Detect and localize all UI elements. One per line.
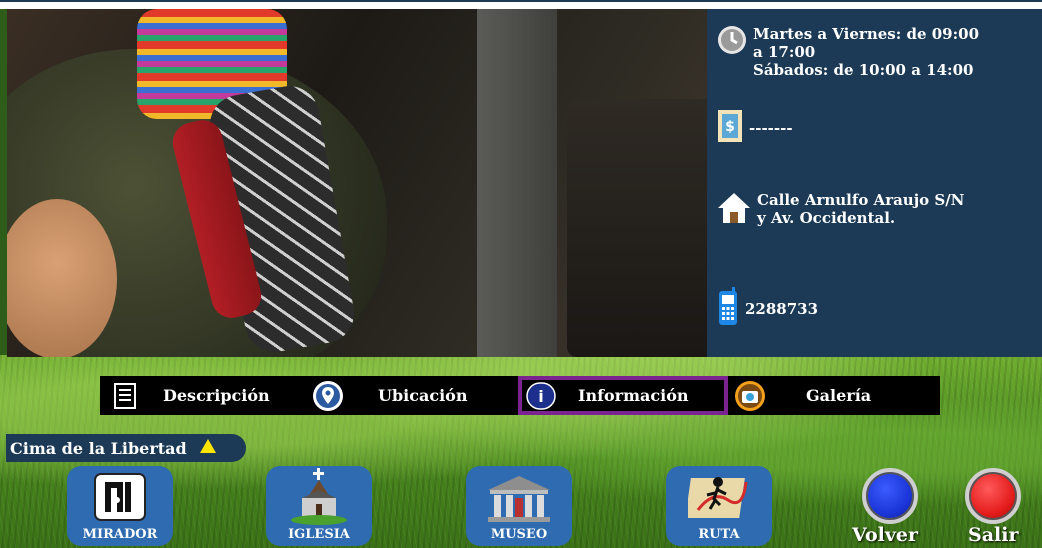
- info-icon: i: [526, 382, 556, 414]
- money-icon: $: [717, 109, 743, 147]
- mirador-button[interactable]: MIRADOR: [67, 466, 173, 546]
- ruta-button[interactable]: RUTA: [666, 466, 772, 546]
- back-label: Volver: [852, 524, 919, 546]
- tab-descripcion[interactable]: Descripción: [106, 376, 296, 415]
- tab-informacion[interactable]: i Información: [518, 376, 728, 415]
- tab-informacion-label: Información: [578, 386, 689, 405]
- phone-row: 2288733: [717, 287, 818, 331]
- tab-galeria[interactable]: Galería: [730, 376, 940, 415]
- hours-line-1: Martes a Viernes: de 09:00: [753, 25, 980, 43]
- exit-label: Salir: [968, 524, 1019, 546]
- tab-descripcion-label: Descripción: [163, 386, 270, 405]
- tab-ubicacion-label: Ubicación: [378, 386, 468, 405]
- hours-line-2: a 17:00: [753, 43, 816, 61]
- phone-icon: [717, 287, 739, 331]
- route-icon: [685, 470, 750, 526]
- ruta-label: RUTA: [698, 527, 740, 542]
- phone-value: 2288733: [745, 300, 819, 318]
- iglesia-button[interactable]: IGLESIA: [266, 466, 372, 546]
- price-row: $ -------: [717, 109, 793, 147]
- tab-bar: Descripción Ubicación i Información Gale…: [100, 376, 940, 415]
- svg-text:$: $: [725, 119, 735, 135]
- place-title-label: Cima de la Libertad: [10, 438, 187, 458]
- tab-galeria-label: Galería: [806, 386, 872, 405]
- exit-button[interactable]: [965, 468, 1021, 524]
- app-window: Martes a Viernes: de 09:00 a 17:00 Sábad…: [0, 0, 1042, 548]
- address-row: Calle Arnulfo Araujo S/N y Av. Occidenta…: [717, 191, 964, 229]
- church-icon: [288, 468, 350, 530]
- camera-icon: [734, 380, 766, 416]
- map-pin-icon: [312, 380, 344, 416]
- triangle-up-icon: [199, 438, 217, 458]
- museo-label: MUSEO: [490, 527, 548, 542]
- hours-row: Martes a Viernes: de 09:00 a 17:00 Sábad…: [717, 25, 979, 79]
- iglesia-label: IGLESIA: [288, 527, 350, 542]
- house-icon: [717, 191, 751, 229]
- video-player[interactable]: [7, 9, 707, 357]
- clock-icon: [717, 25, 747, 59]
- back-button[interactable]: [862, 468, 918, 524]
- price-value: -------: [749, 119, 793, 137]
- place-title[interactable]: Cima de la Libertad: [6, 434, 246, 462]
- address-line-2: y Av. Occidental.: [757, 209, 896, 227]
- info-panel: Martes a Viernes: de 09:00 a 17:00 Sábad…: [707, 9, 1042, 357]
- svg-text:i: i: [538, 387, 543, 406]
- museo-button[interactable]: MUSEO: [466, 466, 572, 546]
- top-border: [0, 0, 1042, 9]
- tab-ubicacion[interactable]: Ubicación: [306, 376, 518, 415]
- mirador-label: MIRADOR: [82, 527, 158, 542]
- viewpoint-icon: [93, 472, 147, 526]
- document-icon: [112, 382, 138, 414]
- address-line-1: Calle Arnulfo Araujo S/N: [757, 191, 965, 209]
- hours-line-3: Sábados: de 10:00 a 14:00: [753, 61, 974, 79]
- museum-icon: [486, 474, 552, 528]
